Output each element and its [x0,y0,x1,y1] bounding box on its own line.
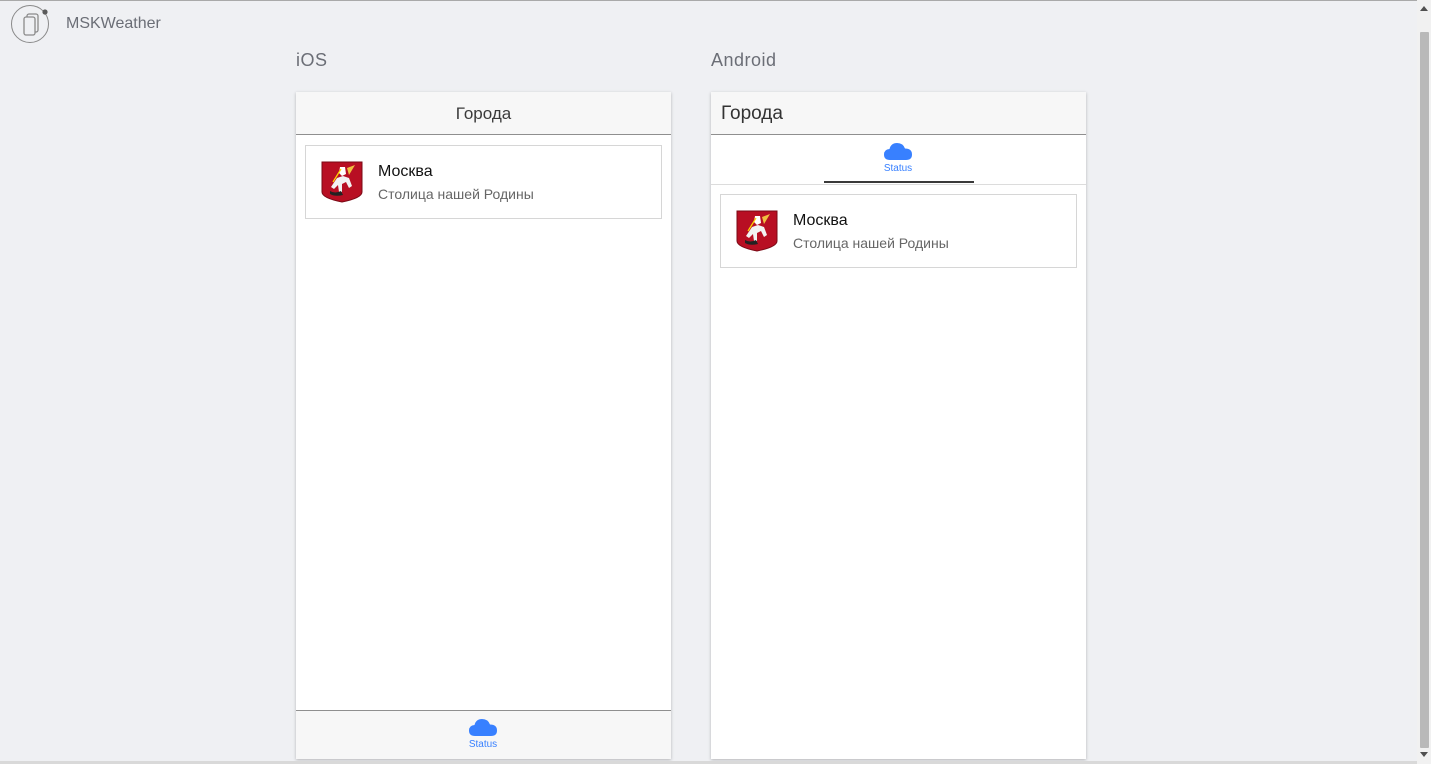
ios-navbar: Города [296,92,671,135]
vertical-scrollbar[interactable] [1417,0,1431,764]
tab-status-label: Status [468,739,498,750]
city-name: Москва [378,163,433,180]
scroll-up-arrow-icon[interactable] [1420,6,1428,11]
city-description: Столица нашей Родины [378,186,534,202]
android-platform-label: Android [711,50,777,70]
cloud-icon [469,719,497,736]
android-device-preview: Города Status Москва Столица нашей Родин… [711,92,1086,759]
tab-status-label: Status [883,163,913,174]
city-description: Столица нашей Родины [793,235,949,251]
ios-platform-label: iOS [296,50,328,70]
tab-selected-indicator [824,181,974,183]
scroll-down-arrow-icon[interactable] [1420,752,1428,757]
ios-page-title: Города [455,104,512,123]
ios-city-list-item[interactable]: Москва Столица нашей Родины [305,145,662,219]
cloud-icon [884,143,912,160]
app-title: MSKWeather [66,15,161,32]
android-page-title: Города [721,103,783,124]
tab-status[interactable]: Status [848,141,948,174]
tab-status[interactable]: Status [433,717,533,750]
android-city-list-item[interactable]: Москва Столица нашей Родины [720,194,1077,268]
moscow-coat-of-arms-icon [736,210,778,252]
moscow-coat-of-arms-icon [321,161,363,203]
app-logo-icon[interactable] [11,5,49,43]
android-tabbar: Status [711,135,1086,185]
window-top-border [0,0,1431,1]
android-toolbar: Города [711,92,1086,135]
ios-device-preview: Города Москва Столица нашей Родины Statu… [296,92,671,759]
city-name: Москва [793,212,848,229]
scrollbar-thumb[interactable] [1420,32,1429,748]
ios-tabbar: Status [296,710,671,759]
